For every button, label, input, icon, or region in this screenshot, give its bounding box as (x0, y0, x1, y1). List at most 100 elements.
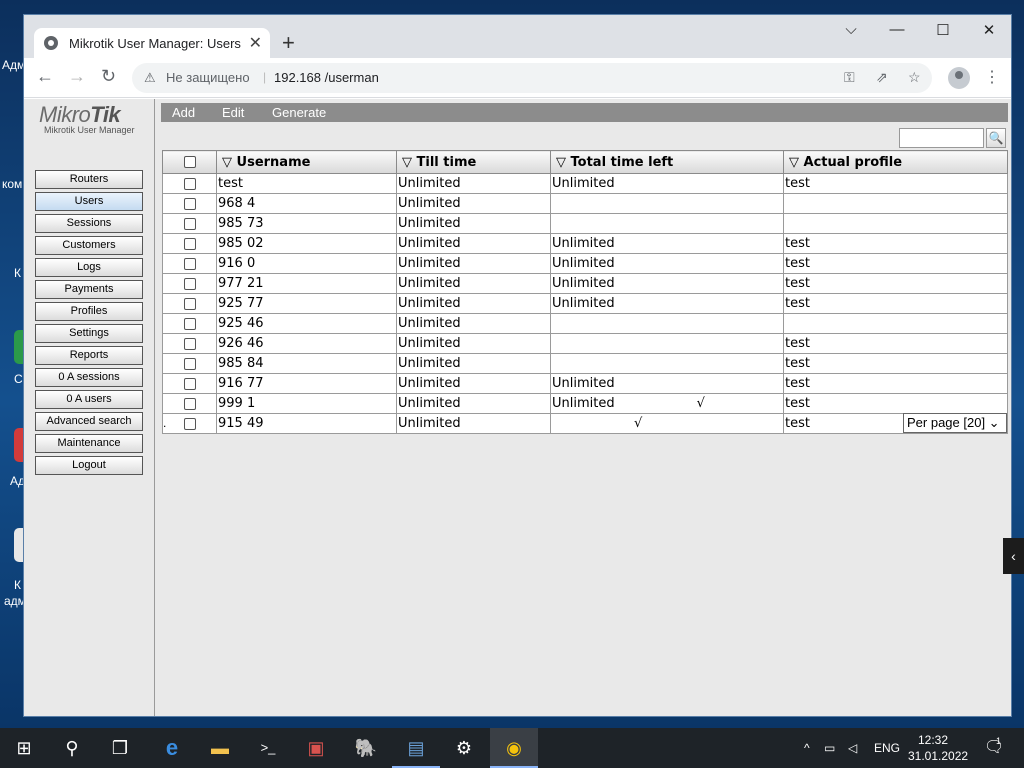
table-row[interactable]: 916 77 Unlimited Unlimited test (162, 373, 1008, 394)
url-text[interactable]: 192.168 /userman (274, 70, 379, 85)
share-icon[interactable]: ⇗ (876, 69, 888, 86)
table-row[interactable]: 915 49 Unlimited √ test (162, 413, 1008, 434)
table-row[interactable]: 999 1 Unlimited Unlimited √ test (162, 393, 1008, 414)
star-icon[interactable]: ☆ (908, 69, 921, 86)
search-icon[interactable]: ⚲ (48, 728, 96, 768)
sidebar-item-profiles[interactable]: Profiles (35, 302, 143, 321)
key-icon[interactable]: ⚿ (844, 69, 855, 86)
profile-avatar-icon[interactable] (948, 67, 970, 89)
table-row[interactable]: test Unlimited Unlimited test (162, 173, 1008, 194)
notifications-icon[interactable]: 🗨 (984, 728, 1004, 768)
file-explorer-icon[interactable]: ▬ (196, 728, 244, 768)
column-total-time-left[interactable]: ▽ Total time left (550, 150, 784, 174)
settings-icon[interactable]: ⚙ (440, 728, 488, 768)
row-checkbox[interactable] (183, 177, 196, 190)
sidebar-item-maintenance[interactable]: Maintenance (35, 434, 143, 453)
username-cell[interactable]: 916 77 (216, 373, 397, 394)
table-row[interactable]: 926 46 Unlimited test (162, 333, 1008, 354)
sidebar-item-active-sessions[interactable]: 0 A sessions (35, 368, 143, 387)
row-checkbox[interactable] (183, 257, 196, 270)
row-checkbox[interactable] (183, 317, 196, 330)
sidebar-item-users[interactable]: Users (35, 192, 143, 211)
search-icon[interactable]: 🔍 (986, 128, 1006, 148)
back-icon[interactable]: ← (36, 66, 54, 87)
username-cell[interactable]: 925 46 (216, 313, 397, 334)
row-checkbox[interactable] (183, 217, 196, 230)
terminal-icon[interactable]: >_ (244, 728, 292, 768)
row-checkbox[interactable] (183, 357, 196, 370)
start-icon[interactable]: ⊞ (0, 728, 48, 768)
security-label[interactable]: Не защищено (166, 70, 250, 85)
toolbox-icon[interactable]: ▣ (292, 728, 340, 768)
search-input[interactable] (899, 128, 984, 148)
username-cell[interactable]: 977 21 (216, 273, 397, 294)
sidebar-item-customers[interactable]: Customers (35, 236, 143, 255)
row-checkbox[interactable] (183, 337, 196, 350)
network-app-icon[interactable]: ▤ (392, 728, 440, 768)
sidebar-item-sessions[interactable]: Sessions (35, 214, 143, 233)
chrome-icon[interactable]: ◉ (490, 728, 538, 768)
address-bar[interactable]: ⚠ Не защищено | 192.168 /userman ⚿ ⇗ ☆ (132, 63, 932, 93)
table-row[interactable]: 977 21 Unlimited Unlimited test (162, 273, 1008, 294)
close-tab-icon[interactable]: ✕ (249, 33, 262, 53)
username-cell[interactable]: test (216, 173, 397, 194)
sidebar-item-payments[interactable]: Payments (35, 280, 143, 299)
per-page-select[interactable]: Per page [20] ⌄ (903, 413, 1007, 433)
table-row[interactable]: 925 77 Unlimited Unlimited test (162, 293, 1008, 314)
sidebar-item-routers[interactable]: Routers (35, 170, 143, 189)
volume-icon[interactable]: ◁ (848, 728, 857, 768)
sidebar-item-reports[interactable]: Reports (35, 346, 143, 365)
username-cell[interactable]: 968 4 (216, 193, 397, 214)
username-cell[interactable]: 916 0 (216, 253, 397, 274)
edit-button[interactable]: Edit (222, 105, 244, 120)
select-all-checkbox[interactable] (183, 156, 196, 168)
table-row[interactable]: 985 73 Unlimited (162, 213, 1008, 234)
language-indicator[interactable]: ENG (874, 728, 900, 768)
username-cell[interactable]: 985 73 (216, 213, 397, 234)
reload-icon[interactable]: ↻ (101, 66, 116, 87)
sidebar-item-advanced-search[interactable]: Advanced search (35, 412, 143, 431)
generate-button[interactable]: Generate (272, 105, 326, 120)
clock[interactable]: 12:32 31.01.2022 (908, 732, 968, 764)
username-cell[interactable]: 985 84 (216, 353, 397, 374)
sidebar-item-active-users[interactable]: 0 A users (35, 390, 143, 409)
table-row[interactable]: 916 0 Unlimited Unlimited test (162, 253, 1008, 274)
row-checkbox[interactable] (183, 197, 196, 210)
username-cell[interactable]: 985 02 (216, 233, 397, 254)
network-icon[interactable]: ▭ (824, 728, 835, 768)
column-username[interactable]: ▽ Username (216, 150, 397, 174)
warning-icon[interactable]: ⚠ (144, 70, 156, 86)
table-row[interactable]: 925 46 Unlimited (162, 313, 1008, 334)
desktop-icon-label[interactable]: Адм (2, 58, 24, 72)
table-row[interactable]: 985 84 Unlimited test (162, 353, 1008, 374)
close-window-icon[interactable]: ✕ (979, 21, 999, 39)
row-checkbox[interactable] (183, 397, 196, 410)
new-tab-button[interactable]: + (282, 30, 295, 56)
row-checkbox[interactable] (183, 417, 196, 430)
table-row[interactable]: 985 02 Unlimited Unlimited test (162, 233, 1008, 254)
table-row[interactable]: 968 4 Unlimited (162, 193, 1008, 214)
sidebar-item-settings[interactable]: Settings (35, 324, 143, 343)
menu-icon[interactable]: ⋮ (984, 67, 1000, 87)
row-checkbox[interactable] (183, 297, 196, 310)
sidebar-item-logs[interactable]: Logs (35, 258, 143, 277)
username-cell[interactable]: 926 46 (216, 333, 397, 354)
username-cell[interactable]: 925 77 (216, 293, 397, 314)
column-actual-profile[interactable]: ▽ Actual profile (783, 150, 1008, 174)
row-checkbox[interactable] (183, 277, 196, 290)
collapse-panel-icon[interactable]: ‹ (1003, 538, 1024, 574)
row-checkbox[interactable] (183, 237, 196, 250)
sidebar-item-logout[interactable]: Logout (35, 456, 143, 475)
add-button[interactable]: Add (172, 105, 195, 120)
desktop-icon-label[interactable]: ком (2, 177, 24, 191)
username-cell[interactable]: 999 1 (216, 393, 397, 414)
internet-explorer-icon[interactable]: e (148, 728, 196, 768)
tab-search-icon[interactable]: ⌵ (841, 21, 861, 38)
forward-icon[interactable]: → (68, 66, 86, 87)
browser-tab[interactable]: Mikrotik User Manager: Users ✕ (34, 28, 270, 58)
row-checkbox[interactable] (183, 377, 196, 390)
minimize-icon[interactable]: — (887, 21, 907, 38)
task-view-icon[interactable]: ❐ (96, 728, 144, 768)
username-cell[interactable]: 915 49 (216, 413, 397, 434)
column-till-time[interactable]: ▽ Till time (396, 150, 551, 174)
